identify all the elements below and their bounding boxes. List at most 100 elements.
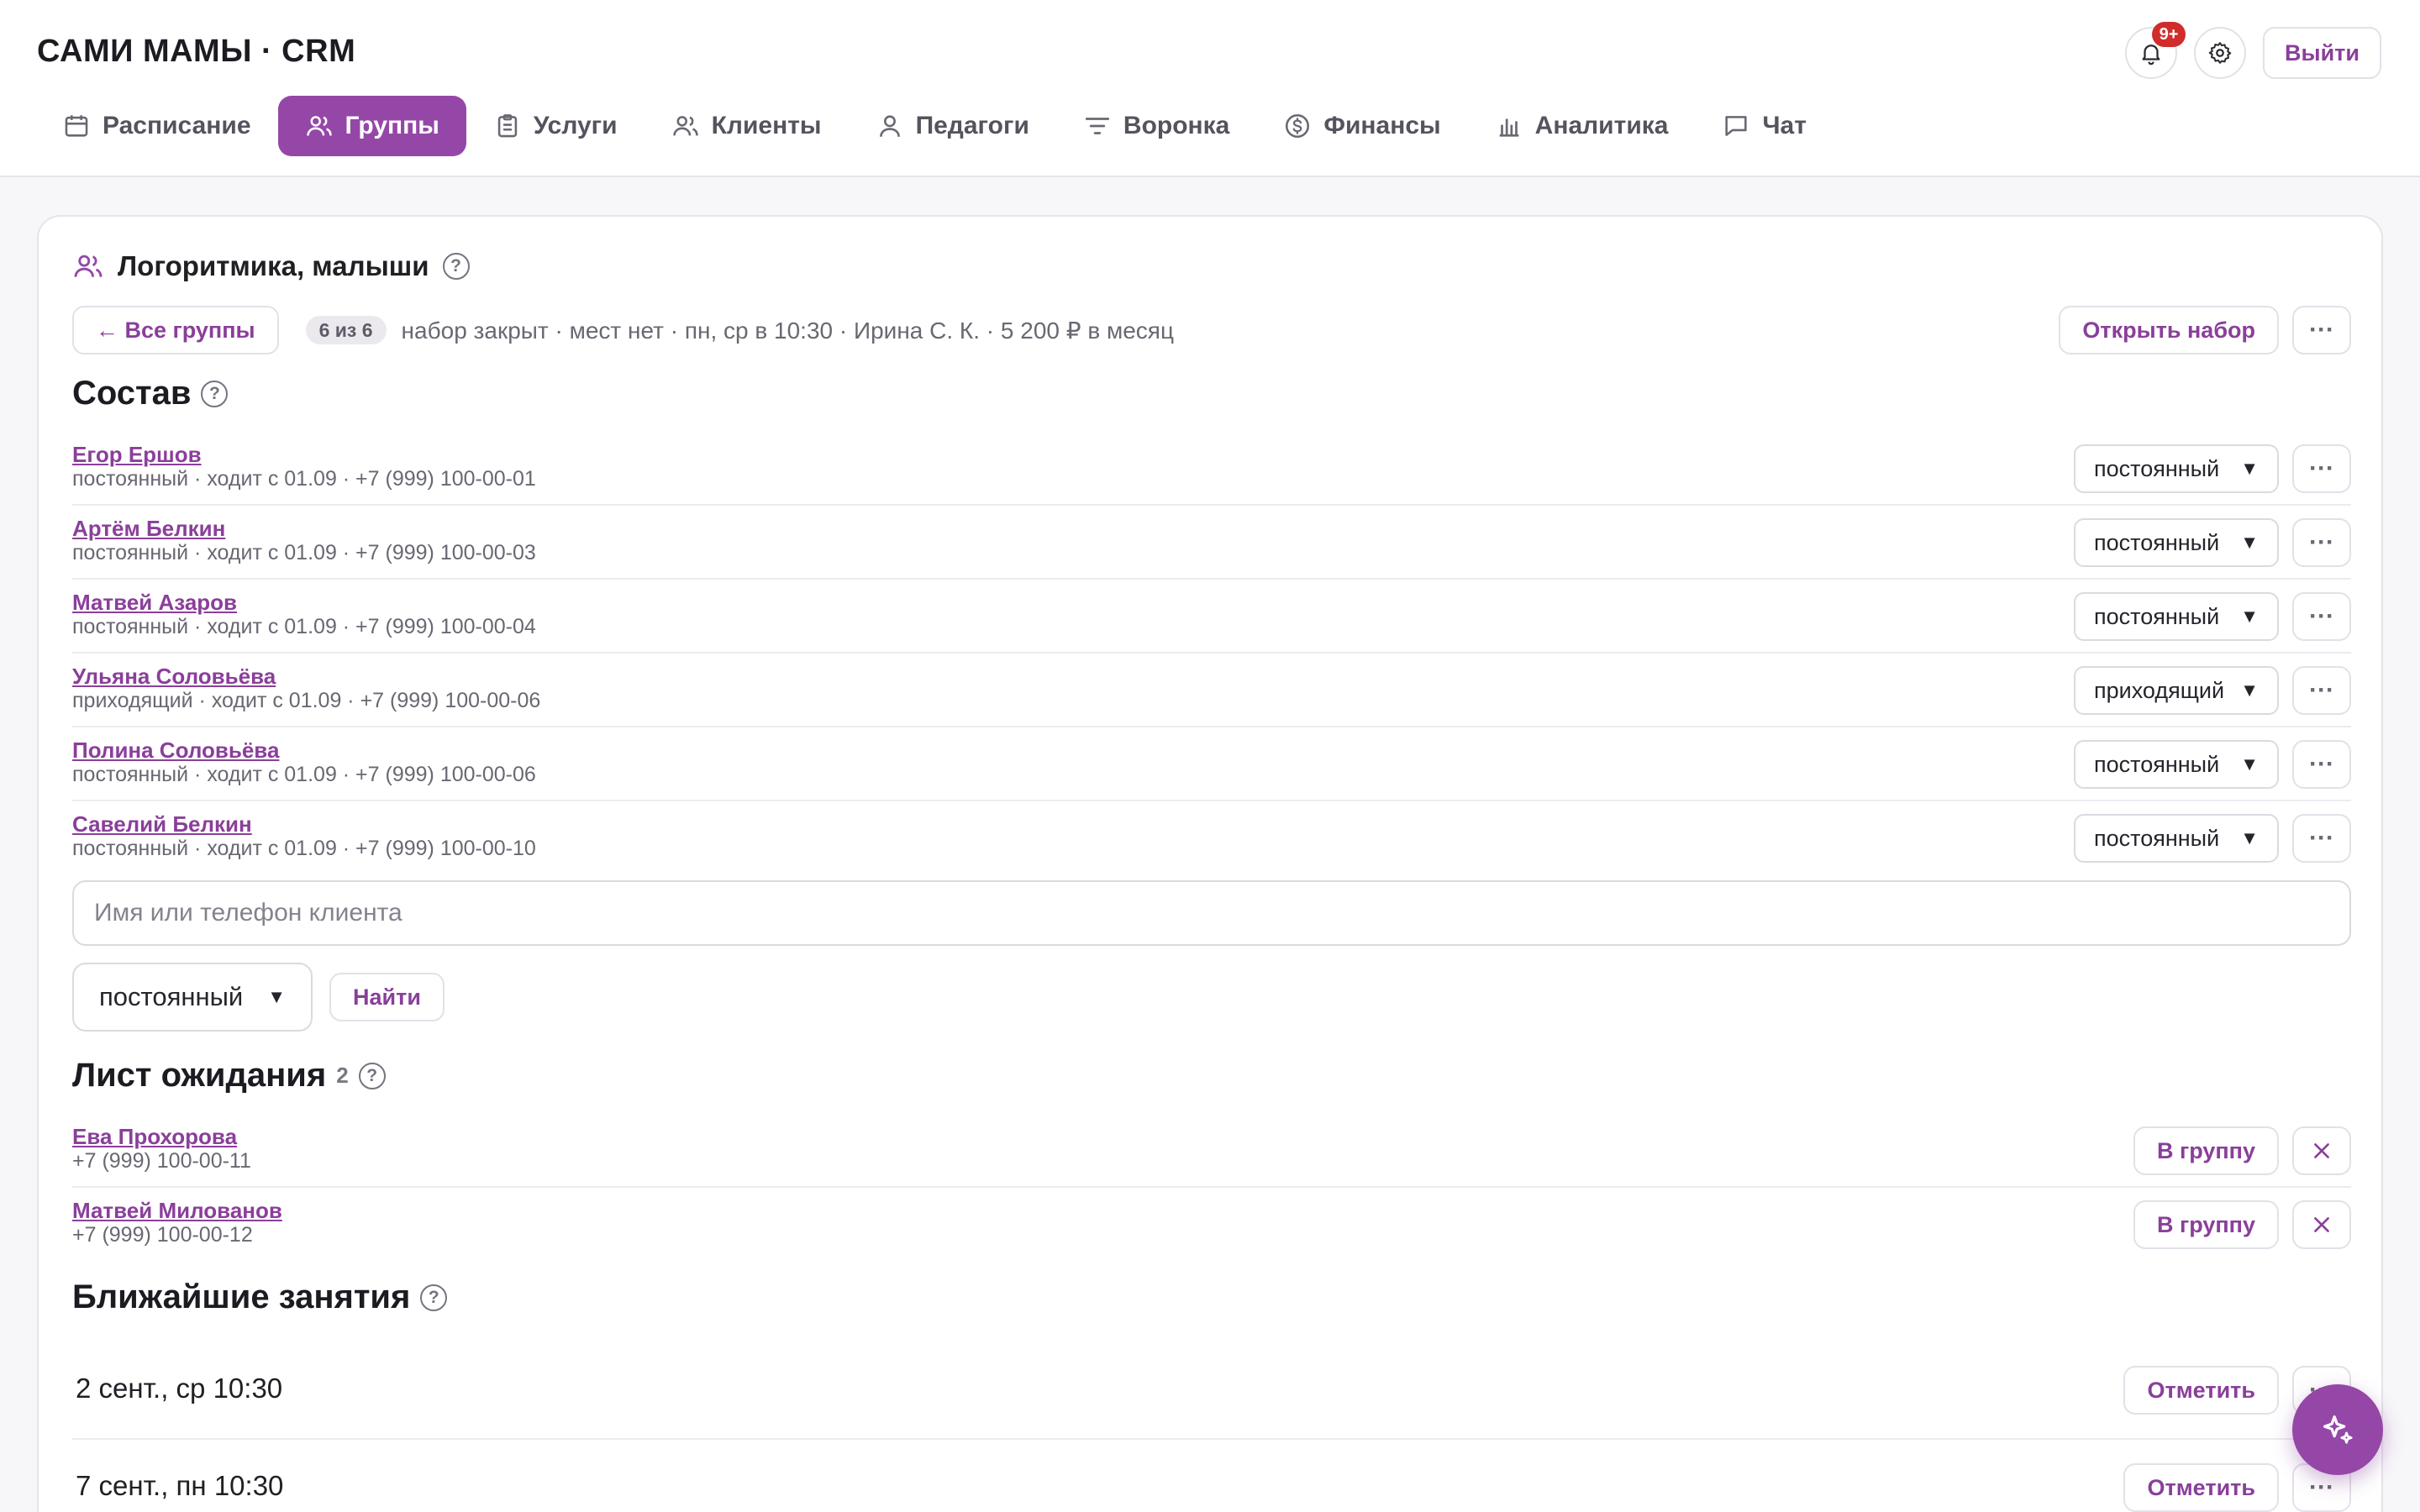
row-actions: В группу [2133, 1200, 2351, 1249]
add-to-group-button[interactable]: В группу [2133, 1200, 2279, 1249]
mark-attendance-button[interactable]: Отметить [2123, 1366, 2279, 1415]
group-actions: Открыть набор ··· [2059, 306, 2351, 354]
more-icon[interactable]: ··· [2292, 592, 2351, 641]
nav-item-analytics[interactable]: Аналитика [1468, 96, 1696, 156]
more-icon[interactable]: ··· [2292, 444, 2351, 493]
remove-button[interactable] [2292, 1126, 2351, 1175]
help-icon[interactable]: ? [442, 253, 470, 280]
users-icon [74, 255, 103, 277]
member-details: постоянный · ходит с 01.09 · +7 (999) 10… [72, 837, 536, 860]
find-button[interactable]: Найти [329, 973, 445, 1021]
group-title-row: Логоритмика, малыши ? [72, 250, 470, 282]
help-icon[interactable]: ? [358, 1062, 386, 1089]
settings-button[interactable] [2194, 27, 2247, 79]
nav-item-clients[interactable]: Клиенты [644, 96, 849, 156]
clipboard-icon [497, 114, 518, 138]
row-actions: постоянный ▼ ··· [2074, 740, 2351, 789]
chevron-down-icon: ▼ [2240, 827, 2259, 848]
member-name-link[interactable]: Артём Белкин [72, 516, 225, 542]
member-row: Ульяна Соловьёва приходящий · ходит с 01… [72, 654, 2351, 727]
close-icon [2314, 1143, 2329, 1158]
row-actions: Отметить ··· [2123, 1463, 2351, 1512]
capacity-badge: 6 из 6 [305, 316, 387, 344]
group-meta-row: ← Все группы 6 из 6 набор закрыт · мест … [72, 306, 2351, 354]
group-card: Логоритмика, малыши ? ← Все группы 6 из … [37, 215, 2383, 1512]
logout-button[interactable]: Выйти [2263, 27, 2381, 79]
chevron-down-icon: ▼ [267, 986, 286, 1007]
members-section-title: Состав ? [72, 375, 229, 412]
chevron-down-icon: ▼ [2240, 532, 2259, 553]
lesson-row: 2 сент., ср 10:30 Отметить ··· [72, 1342, 2351, 1440]
nav-item-label: Услуги [533, 112, 618, 139]
ai-assistant-button[interactable] [2292, 1384, 2383, 1475]
member-row: Артём Белкин постоянный · ходит с 01.09 … [72, 506, 2351, 580]
calendar-icon [65, 115, 88, 137]
select-value: постоянный [99, 982, 244, 1011]
member-row: Полина Соловьёва постоянный · ходит с 01… [72, 727, 2351, 801]
row-actions: приходящий ▼ ··· [2074, 666, 2351, 715]
member-status-select[interactable]: постоянный ▼ [2074, 740, 2279, 789]
waitlist-name-link[interactable]: Матвей Милованов [72, 1198, 282, 1224]
member-name-link[interactable]: Матвей Азаров [72, 590, 237, 616]
add-to-group-button[interactable]: В группу [2133, 1126, 2279, 1175]
sparkles-icon [2323, 1415, 2353, 1444]
select-value: приходящий [2094, 677, 2225, 703]
chevron-down-icon: ▼ [2240, 680, 2259, 701]
more-icon[interactable]: ··· [2292, 518, 2351, 567]
users-icon [306, 116, 332, 136]
member-details: приходящий · ходит с 01.09 · +7 (999) 10… [72, 689, 541, 712]
member-name-link[interactable]: Ульяна Соловьёва [72, 664, 276, 690]
waitlist-row: Ева Прохорова +7 (999) 100-00-11 В групп… [72, 1114, 2351, 1188]
help-icon[interactable]: ? [201, 380, 229, 407]
top-header: САМИ МАМЫ · CRM 9+ Выйти Расписание Груп… [0, 0, 2420, 177]
member-status-select[interactable]: постоянный ▼ [2074, 518, 2279, 567]
nav-item-teachers[interactable]: Педагоги [849, 96, 1056, 156]
remove-button[interactable] [2292, 1200, 2351, 1249]
client-search-input[interactable] [72, 880, 2351, 946]
nav-item-services[interactable]: Услуги [466, 96, 644, 156]
waitlist-name-link[interactable]: Ева Прохорова [72, 1124, 237, 1150]
waitlist-row: Матвей Милованов +7 (999) 100-00-12 В гр… [72, 1188, 2351, 1262]
more-icon[interactable]: ··· [2292, 814, 2351, 863]
member-status-select[interactable]: приходящий ▼ [2074, 666, 2279, 715]
nav-item-finance[interactable]: Финансы [1256, 96, 1467, 156]
waitlist-phone: +7 (999) 100-00-11 [72, 1149, 251, 1173]
nav-item-groups[interactable]: Группы [277, 96, 466, 156]
member-row: Егор Ершов постоянный · ходит с 01.09 · … [72, 432, 2351, 506]
member-status-select[interactable]: постоянный ▼ [2074, 444, 2279, 493]
help-icon[interactable]: ? [420, 1284, 448, 1311]
notifications-badge: 9+ [2152, 22, 2186, 47]
section-title-text: Состав [72, 375, 192, 412]
nav-item-label: Чат [1762, 112, 1807, 139]
more-icon[interactable]: ··· [2292, 306, 2351, 354]
member-row: Савелий Белкин постоянный · ходит с 01.0… [72, 801, 2351, 875]
member-name-link[interactable]: Егор Ершов [72, 442, 202, 468]
nav-item-label: Педагоги [915, 112, 1029, 139]
more-icon[interactable]: ··· [2292, 666, 2351, 715]
open-enrollment-button[interactable]: Открыть набор [2059, 306, 2279, 354]
all-groups-button[interactable]: ← Все группы [72, 306, 279, 354]
mark-attendance-button[interactable]: Отметить [2123, 1463, 2279, 1512]
nav-item-funnel[interactable]: Воронка [1056, 96, 1256, 156]
nav-item-label: Воронка [1123, 112, 1230, 139]
member-name-link[interactable]: Полина Соловьёва [72, 738, 279, 764]
member-details: постоянный · ходит с 01.09 · +7 (999) 10… [72, 541, 536, 564]
row-actions: постоянный ▼ ··· [2074, 814, 2351, 863]
member-name-link[interactable]: Савелий Белкин [72, 811, 252, 837]
group-title: Логоритмика, малыши [118, 250, 429, 281]
nav-item-label: Аналитика [1534, 112, 1669, 139]
nav-item-chat[interactable]: Чат [1695, 96, 1833, 156]
chevron-down-icon: ▼ [2240, 458, 2259, 479]
nav-item-label: Расписание [103, 112, 251, 139]
member-status-select[interactable]: постоянный ▼ [2074, 592, 2279, 641]
header-actions: 9+ Выйти [2125, 22, 2381, 79]
select-value: постоянный [2094, 529, 2220, 555]
nav-item-label: Финансы [1323, 112, 1441, 139]
member-status-select[interactable]: постоянный ▼ [2074, 814, 2279, 863]
chevron-down-icon: ▼ [2240, 606, 2259, 627]
add-member-row: постоянный ▼ Найти [72, 963, 445, 1032]
nav-item-schedule[interactable]: Расписание [35, 96, 278, 156]
notifications-button[interactable]: 9+ [2125, 22, 2186, 79]
more-icon[interactable]: ··· [2292, 740, 2351, 789]
add-status-select[interactable]: постоянный ▼ [72, 963, 313, 1032]
